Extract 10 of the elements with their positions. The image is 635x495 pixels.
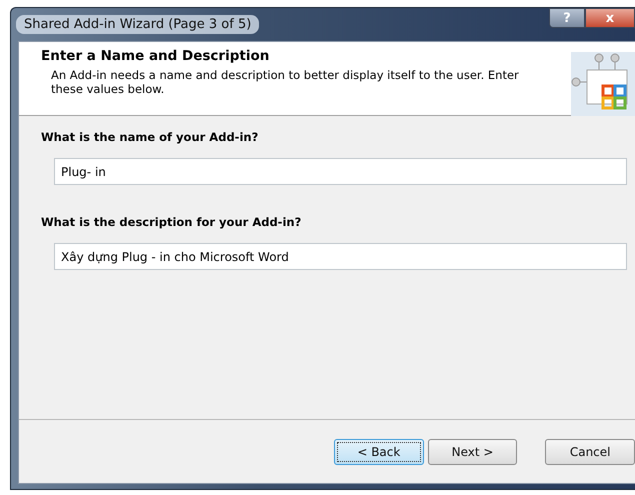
wizard-button[interactable]: Next > [428, 438, 518, 464]
field-label: What is the description for your Add-in? [41, 215, 302, 229]
window-title: Shared Add-in Wizard (Page 3 of 5) [16, 15, 260, 34]
field-label: What is the name of your Add-in? [41, 130, 260, 144]
page-heading: Enter a Name and Description [41, 48, 270, 64]
input-field[interactable]: Xây dựng Plug - in cho Microsoft Word [54, 243, 627, 270]
page-description: An Add-in needs a name and description to better display itself to the user. Enter these values below. [51, 68, 520, 96]
wizard-button[interactable]: Cancel [545, 438, 635, 464]
wizard-button[interactable]: < Back [334, 438, 424, 464]
input-field[interactable]: Plug- in [54, 158, 627, 185]
